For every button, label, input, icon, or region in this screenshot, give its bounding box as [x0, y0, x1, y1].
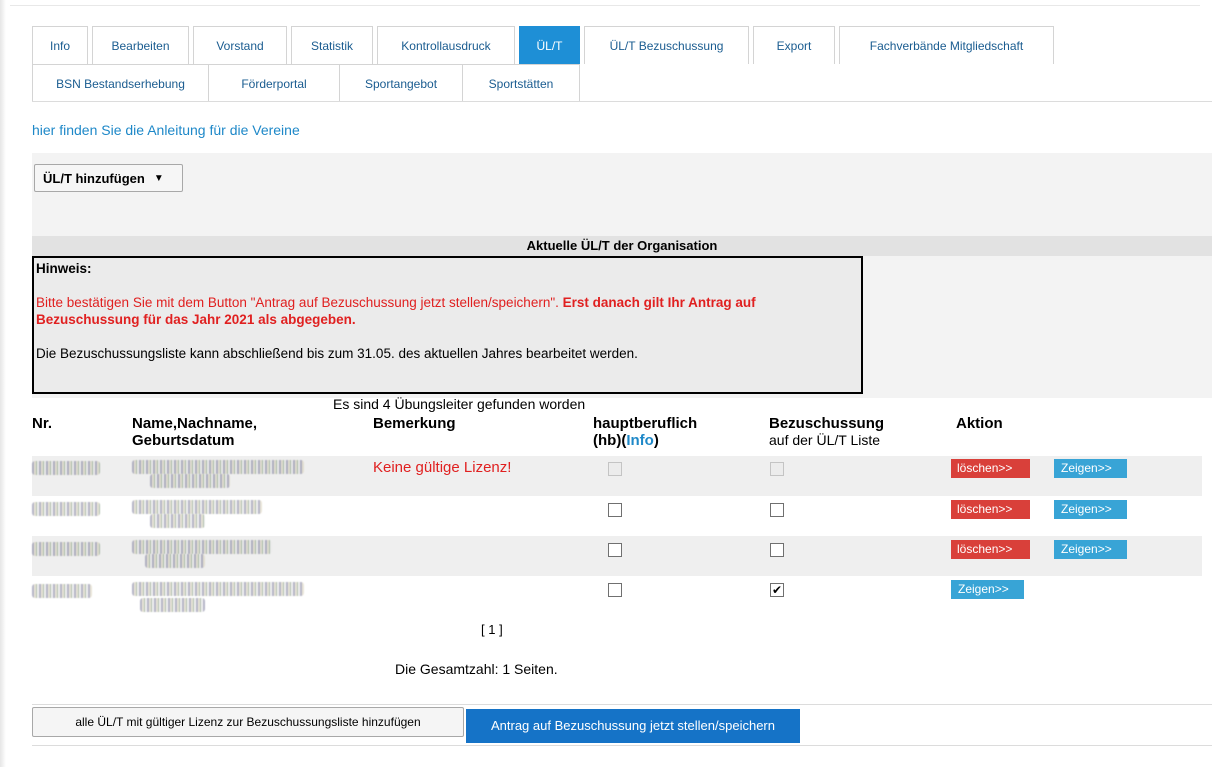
show-button[interactable]: Zeigen>> [1054, 459, 1127, 478]
redacted-nr [32, 584, 92, 598]
invalid-license-note: Keine gültige Lizenz! [373, 459, 512, 476]
delete-button[interactable]: löschen>> [951, 459, 1030, 478]
page-shadow [0, 0, 6, 767]
col-subsidy-line2: auf der ÜL/T Liste [769, 432, 881, 448]
redacted-name [132, 460, 304, 474]
subsidy-checkbox[interactable] [770, 543, 784, 557]
redacted-birthdate [145, 554, 205, 568]
col-remark: Bemerkung [373, 415, 456, 432]
tab-info[interactable]: Info [32, 26, 88, 64]
hb-checkbox [608, 462, 622, 476]
hb-checkbox[interactable] [608, 503, 622, 517]
result-count: Es sind 4 Übungsleiter gefunden worden [333, 396, 586, 412]
pagination[interactable]: [ 1 ] [481, 622, 503, 637]
col-action: Aktion [956, 415, 1003, 432]
checkmark-icon: ✔ [771, 583, 783, 597]
caret-down-icon: ▼ [153, 172, 164, 184]
tab-bsn-bestandserhebung[interactable]: BSN Bestandserhebung [32, 64, 208, 102]
tab-row-1: Info Bearbeiten Vorstand Statistik Kontr… [32, 26, 1212, 64]
subsidy-checkbox[interactable]: ✔ [770, 583, 784, 597]
subsidy-checkbox [770, 462, 784, 476]
hint-warning: Bitte bestätigen Sie mit dem Button "Ant… [36, 294, 859, 328]
tab-export[interactable]: Export [753, 26, 835, 64]
tab-underline [32, 101, 1212, 102]
col-hb-suffix: ) [653, 432, 659, 449]
tab-ult-bezuschussung[interactable]: ÜL/T Bezuschussung [584, 26, 749, 64]
delete-button[interactable]: löschen>> [951, 500, 1030, 519]
add-ult-dropdown-button[interactable]: ÜL/T hinzufügen ▼ [34, 164, 183, 192]
hint-warning-text: Bitte bestätigen Sie mit dem Button "Ant… [36, 295, 563, 310]
show-button[interactable]: Zeigen>> [1054, 500, 1127, 519]
col-hb-line2: (hb)(Info) [593, 432, 697, 449]
delete-button[interactable]: löschen>> [951, 540, 1030, 559]
tab-sportstaetten[interactable]: Sportstätten [462, 64, 580, 102]
bulk-add-button[interactable]: alle ÜL/T mit gültiger Lizenz zur Bezusc… [32, 707, 464, 737]
hint-note: Die Bezuschussungsliste kann abschließen… [36, 346, 638, 361]
redacted-nr [32, 502, 100, 516]
hint-title: Hinweis: [36, 261, 92, 276]
col-subsidy: Bezuschussung auf der ÜL/T Liste [769, 415, 884, 449]
redacted-nr [32, 461, 100, 475]
redacted-name [132, 540, 272, 554]
show-button[interactable]: Zeigen>> [1054, 540, 1127, 559]
col-name-line2: Geburtsdatum [132, 432, 235, 449]
col-hb-prefix: (hb)( [593, 432, 627, 449]
add-panel [32, 153, 1212, 236]
submit-application-button[interactable]: Antrag auf Bezuschussung jetzt stellen/s… [466, 709, 800, 743]
hb-info-link[interactable]: Info [626, 432, 654, 449]
add-ult-label: ÜL/T hinzufügen [43, 170, 145, 186]
hint-box: Hinweis: Bitte bestätigen Sie mit dem Bu… [32, 256, 863, 394]
tab-statistik[interactable]: Statistik [291, 26, 373, 64]
show-button[interactable]: Zeigen>> [951, 580, 1024, 599]
hb-checkbox[interactable] [608, 583, 622, 597]
tab-ult[interactable]: ÜL/T [519, 26, 580, 64]
redacted-name [132, 500, 262, 514]
tab-fachverbaende[interactable]: Fachverbände Mitgliedschaft [839, 26, 1054, 64]
redacted-birthdate [140, 598, 205, 612]
tab-sportangebot[interactable]: Sportangebot [339, 64, 462, 102]
col-nr: Nr. [32, 415, 53, 432]
redacted-nr [32, 542, 100, 556]
col-hb: hauptberuflich (hb)(Info) [593, 415, 697, 449]
tab-bearbeiten[interactable]: Bearbeiten [92, 26, 189, 64]
tab-foerderportal[interactable]: Förderportal [208, 64, 339, 102]
redacted-birthdate [150, 514, 205, 528]
col-name: Name,Nachname, Geburtsdatum [132, 415, 257, 449]
top-divider [10, 0, 1200, 6]
redacted-birthdate [150, 474, 230, 488]
total-pages: Die Gesamtzahl: 1 Seiten. [395, 661, 558, 677]
section-title: Aktuelle ÜL/T der Organisation [32, 236, 1212, 256]
subsidy-checkbox[interactable] [770, 503, 784, 517]
tab-vorstand[interactable]: Vorstand [193, 26, 287, 64]
col-name-line1: Name,Nachname, [132, 415, 258, 432]
redacted-name [132, 582, 304, 596]
tab-row-2: BSN Bestandserhebung Förderportal Sporta… [32, 64, 1212, 102]
hb-checkbox[interactable] [608, 543, 622, 557]
col-hb-line1: hauptberuflich [593, 415, 698, 432]
guide-link[interactable]: hier finden Sie die Anleitung für die Ve… [32, 122, 300, 138]
tab-bar: Info Bearbeiten Vorstand Statistik Kontr… [32, 26, 1212, 102]
col-subsidy-line1: Bezuschussung [769, 415, 885, 432]
tab-kontrollausdruck[interactable]: Kontrollausdruck [377, 26, 515, 64]
